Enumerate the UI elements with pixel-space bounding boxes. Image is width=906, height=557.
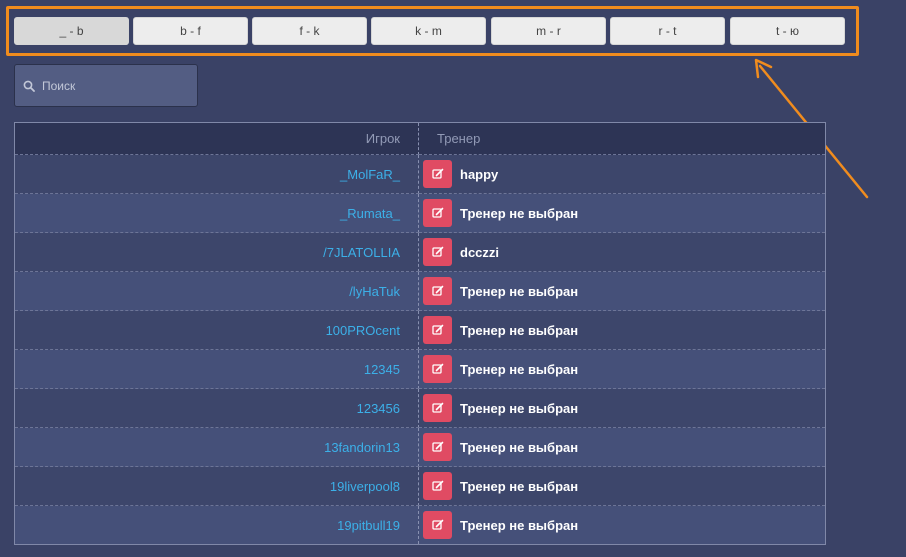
player-cell: 12345 [14, 349, 419, 389]
edit-coach-button[interactable] [423, 433, 452, 461]
coach-cell: dcczzi [418, 232, 826, 272]
table-row: _MolFaR_ happy [14, 154, 826, 194]
player-link[interactable]: 12345 [364, 362, 400, 377]
table-header-row: Игрок Тренер [14, 122, 826, 155]
range-tab-1[interactable]: _ - b [14, 17, 129, 45]
range-tab-4[interactable]: k - m [371, 17, 486, 45]
range-tab-5[interactable]: m - r [491, 17, 606, 45]
edit-coach-button[interactable] [423, 472, 452, 500]
player-link[interactable]: _MolFaR_ [340, 167, 400, 182]
player-link[interactable]: /7JLATOLLIA [323, 245, 400, 260]
range-tab-7[interactable]: t - ю [730, 17, 845, 45]
table-row: 19liverpool8 Тренер не выбран [14, 466, 826, 506]
edit-icon [432, 285, 444, 296]
edit-icon [432, 519, 444, 530]
edit-icon [432, 402, 444, 413]
player-cell: 19pitbull19 [14, 505, 419, 545]
coach-cell: Тренер не выбран [418, 427, 826, 467]
edit-icon [432, 246, 444, 257]
edit-coach-button[interactable] [423, 199, 452, 227]
edit-coach-button[interactable] [423, 511, 452, 539]
coach-cell: happy [418, 154, 826, 194]
coach-name: Тренер не выбран [460, 205, 579, 221]
table-row: 12345 Тренер не выбран [14, 349, 826, 389]
coach-cell: Тренер не выбран [418, 271, 826, 311]
table-row: /lyHaTuk Тренер не выбран [14, 271, 826, 311]
table-row: 13fandorin13 Тренер не выбран [14, 427, 826, 467]
edit-icon [432, 324, 444, 335]
coach-name: Тренер не выбран [460, 322, 579, 338]
table-row: 123456 Тренер не выбран [14, 388, 826, 428]
player-cell: /lyHaTuk [14, 271, 419, 311]
player-cell: 100PROcent [14, 310, 419, 350]
player-link[interactable]: 19pitbull19 [337, 518, 400, 533]
edit-coach-button[interactable] [423, 316, 452, 344]
coach-cell: Тренер не выбран [418, 310, 826, 350]
table-row: _Rumata_ Тренер не выбран [14, 193, 826, 233]
coach-cell: Тренер не выбран [418, 466, 826, 506]
player-cell: 19liverpool8 [14, 466, 419, 506]
table-row: 100PROcent Тренер не выбран [14, 310, 826, 350]
player-link[interactable]: _Rumata_ [340, 206, 400, 221]
range-tab-3[interactable]: f - k [252, 17, 367, 45]
edit-icon [432, 168, 444, 179]
edit-coach-button[interactable] [423, 238, 452, 266]
edit-coach-button[interactable] [423, 355, 452, 383]
coach-cell: Тренер не выбран [418, 193, 826, 233]
coach-cell: Тренер не выбран [418, 388, 826, 428]
player-cell: _MolFaR_ [14, 154, 419, 194]
player-cell: /7JLATOLLIA [14, 232, 419, 272]
edit-icon [432, 207, 444, 218]
search-box [14, 64, 198, 107]
edit-coach-button[interactable] [423, 394, 452, 422]
player-link[interactable]: /lyHaTuk [349, 284, 400, 299]
edit-icon [432, 480, 444, 491]
player-cell: 13fandorin13 [14, 427, 419, 467]
edit-icon [432, 363, 444, 374]
players-table: Игрок Тренер _MolFaR_ happy _Rumata_ Тре… [14, 122, 826, 545]
table-body: _MolFaR_ happy _Rumata_ Тренер не выбран… [14, 154, 826, 545]
player-cell: 123456 [14, 388, 419, 428]
coach-name: Тренер не выбран [460, 478, 579, 494]
column-header-coach: Тренер [418, 122, 826, 155]
player-link[interactable]: 123456 [357, 401, 400, 416]
coach-name: happy [460, 166, 499, 182]
edit-coach-button[interactable] [423, 160, 452, 188]
coach-name: Тренер не выбран [460, 517, 579, 533]
letter-range-tabs: _ - b b - f f - k k - m m - r r - t t - … [6, 6, 859, 56]
coach-name: Тренер не выбран [460, 361, 579, 377]
player-cell: _Rumata_ [14, 193, 419, 233]
search-icon [23, 80, 35, 92]
edit-icon [432, 441, 444, 452]
player-link[interactable]: 13fandorin13 [324, 440, 400, 455]
coach-name: dcczzi [460, 244, 500, 260]
coach-name: Тренер не выбран [460, 283, 579, 299]
player-link[interactable]: 19liverpool8 [330, 479, 400, 494]
coach-cell: Тренер не выбран [418, 349, 826, 389]
table-row: /7JLATOLLIA dcczzi [14, 232, 826, 272]
edit-coach-button[interactable] [423, 277, 452, 305]
player-link[interactable]: 100PROcent [326, 323, 400, 338]
column-header-player: Игрок [14, 122, 419, 155]
range-tab-6[interactable]: r - t [610, 17, 725, 45]
search-input[interactable] [41, 65, 194, 106]
table-row: 19pitbull19 Тренер не выбран [14, 505, 826, 545]
range-tab-2[interactable]: b - f [133, 17, 248, 45]
coach-cell: Тренер не выбран [418, 505, 826, 545]
coach-name: Тренер не выбран [460, 439, 579, 455]
coach-name: Тренер не выбран [460, 400, 579, 416]
